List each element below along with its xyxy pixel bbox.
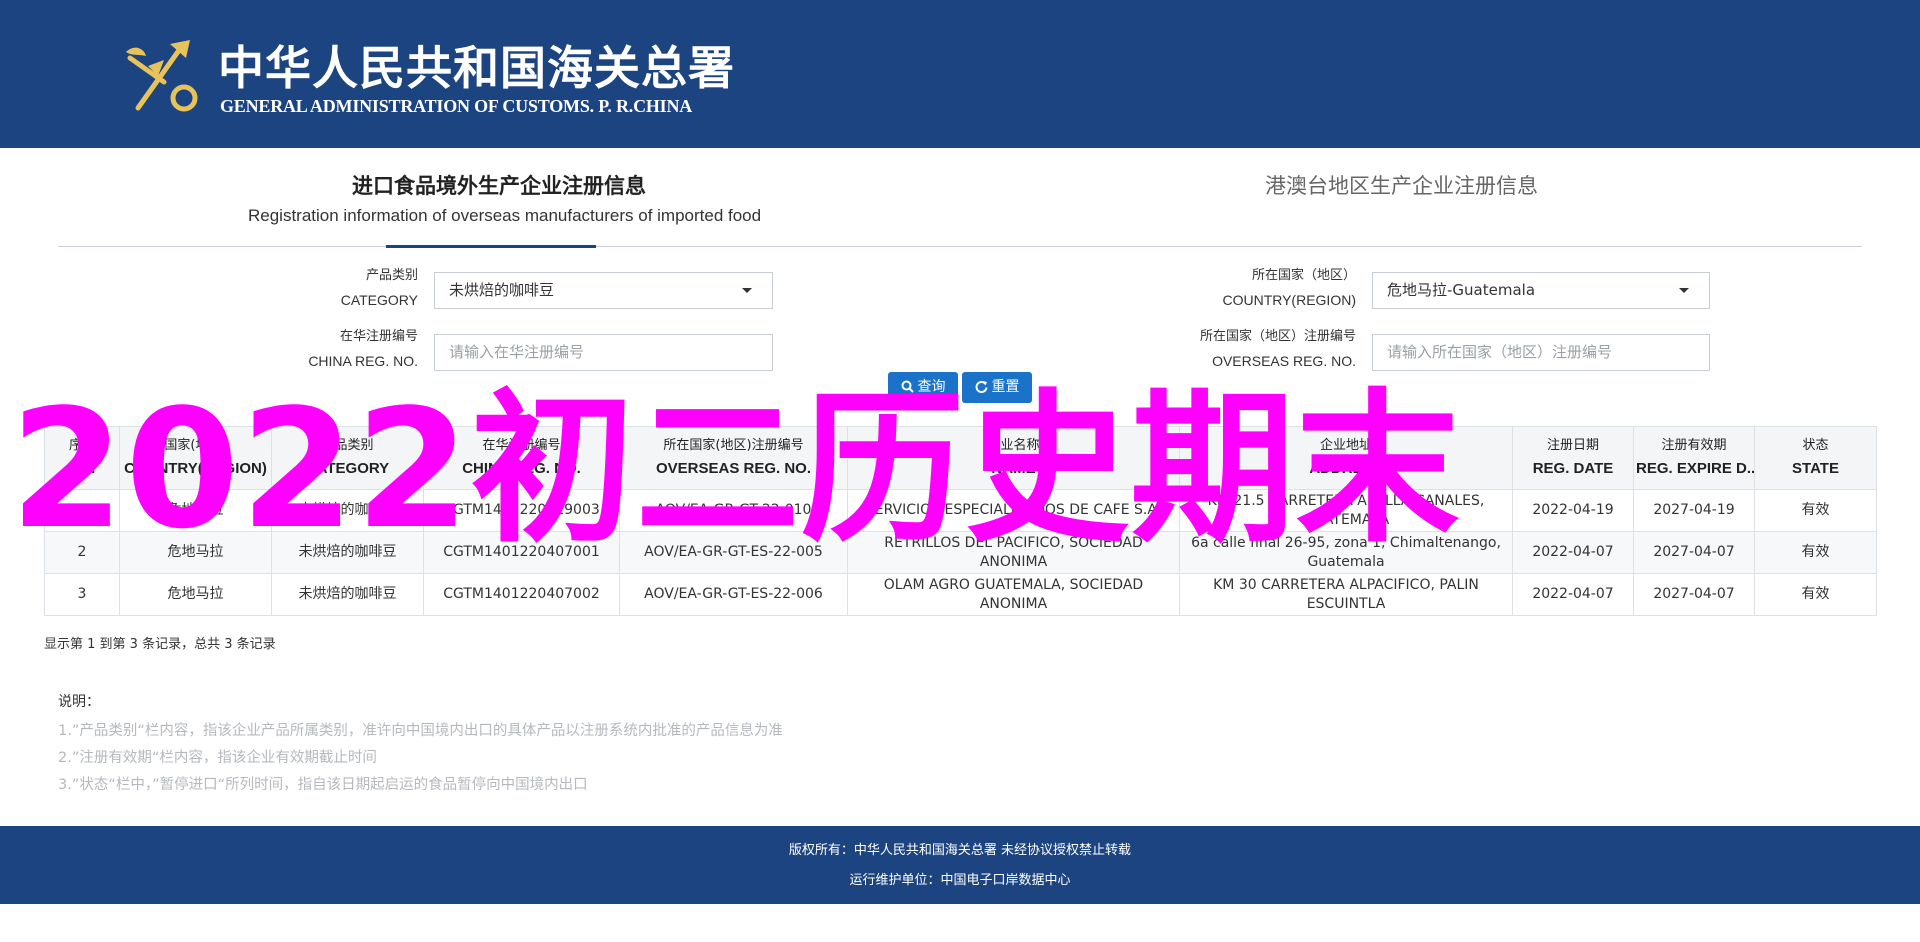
site-title-cn: 中华人民共和国海关总署 bbox=[218, 41, 735, 95]
footer-copyright: 版权所有：中华人民共和国海关总署 未经协议授权禁止转载 bbox=[788, 843, 1132, 858]
customs-emblem-icon bbox=[126, 40, 198, 112]
cell-state: 有效 bbox=[1754, 573, 1877, 616]
cell-name: OLAM AGRO GUATEMALA, SOCIEDAD ANONIMA bbox=[847, 573, 1180, 616]
column-header-reg-date[interactable]: 注册日期 REG. DATE bbox=[1512, 426, 1634, 490]
cell-expire: 2027-04-19 bbox=[1633, 489, 1755, 532]
tab-active-indicator bbox=[386, 245, 596, 248]
china-reg-label: 在华注册编号 CHINA REG. NO. bbox=[308, 329, 418, 369]
watermark-overlay: 2022初二历史期末 bbox=[10, 374, 1461, 565]
tab-overseas-manufacturers-en[interactable]: Registration information of overseas man… bbox=[248, 206, 761, 226]
cell-reg-date: 2022-04-19 bbox=[1512, 489, 1634, 532]
table-row: 3 危地马拉 未烘焙的咖啡豆 CGTM1401220407002 AOV/EA-… bbox=[44, 573, 1877, 616]
overseas-reg-label: 所在国家（地区）注册编号 OVERSEAS REG. NO. bbox=[1199, 329, 1356, 369]
category-label: 产品类别 CATEGORY bbox=[340, 268, 418, 308]
site-header: 中华人民共和国海关总署 GENERAL ADMINISTRATION OF CU… bbox=[0, 0, 1920, 148]
cell-state: 有效 bbox=[1754, 489, 1877, 532]
cell-expire: 2027-04-07 bbox=[1633, 531, 1755, 574]
category-select[interactable]: 未烘焙的咖啡豆 bbox=[434, 272, 773, 309]
cell-overseas-reg: AOV/EA-GR-GT-ES-22-006 bbox=[619, 573, 848, 616]
tab-divider bbox=[58, 246, 1862, 247]
footer-maintainer: 运行维护单位：中国电子口岸数据中心 bbox=[849, 873, 1071, 888]
country-select[interactable]: 危地马拉-Guatemala bbox=[1372, 272, 1710, 309]
note-item: 3.”状态“栏中，”暂停进口“所列时间，指自该日期起启运的食品暂停向中国境内出口 bbox=[58, 777, 588, 793]
cell-state: 有效 bbox=[1754, 531, 1877, 574]
column-header-state[interactable]: 状态 STATE bbox=[1754, 426, 1877, 490]
overseas-reg-input[interactable]: 请输入所在国家（地区）注册编号 bbox=[1372, 334, 1710, 371]
note-item: 2.”注册有效期“栏内容，指该企业有效期截止时间 bbox=[58, 750, 377, 766]
chevron-down-icon bbox=[742, 288, 752, 293]
cell-category: 未烘焙的咖啡豆 bbox=[271, 573, 424, 616]
cell-expire: 2027-04-07 bbox=[1633, 573, 1755, 616]
cell-reg-date: 2022-04-07 bbox=[1512, 531, 1634, 574]
records-summary: 显示第 1 到第 3 条记录，总共 3 条记录 bbox=[44, 637, 276, 652]
cell-address: KM 30 CARRETERA ALPACIFICO, PALIN ESCUIN… bbox=[1179, 573, 1513, 616]
china-reg-input[interactable]: 请输入在华注册编号 bbox=[434, 334, 773, 371]
notes-title: 说明： bbox=[58, 694, 100, 710]
tab-hk-macao-taiwan[interactable]: 港澳台地区生产企业注册信息 bbox=[1265, 170, 1538, 200]
chevron-down-icon bbox=[1679, 288, 1689, 293]
cell-no: 3 bbox=[44, 573, 120, 616]
cell-country: 危地马拉 bbox=[119, 573, 272, 616]
site-footer: 版权所有：中华人民共和国海关总署 未经协议授权禁止转载 运行维护单位：中国电子口… bbox=[0, 826, 1920, 904]
site-title-en: GENERAL ADMINISTRATION OF CUSTOMS. P. R.… bbox=[220, 96, 693, 116]
country-label: 所在国家（地区） COUNTRY(REGION) bbox=[1222, 268, 1356, 308]
column-header-expire[interactable]: 注册有效期 REG. EXPIRE D... bbox=[1633, 426, 1755, 490]
cell-china-reg: CGTM1401220407002 bbox=[423, 573, 620, 616]
cell-reg-date: 2022-04-07 bbox=[1512, 573, 1634, 616]
tab-overseas-manufacturers[interactable]: 进口食品境外生产企业注册信息 bbox=[352, 170, 646, 200]
note-item: 1.”产品类别“栏内容，指该企业产品所属类别，准许向中国境内出口的具体产品以注册… bbox=[58, 723, 783, 739]
